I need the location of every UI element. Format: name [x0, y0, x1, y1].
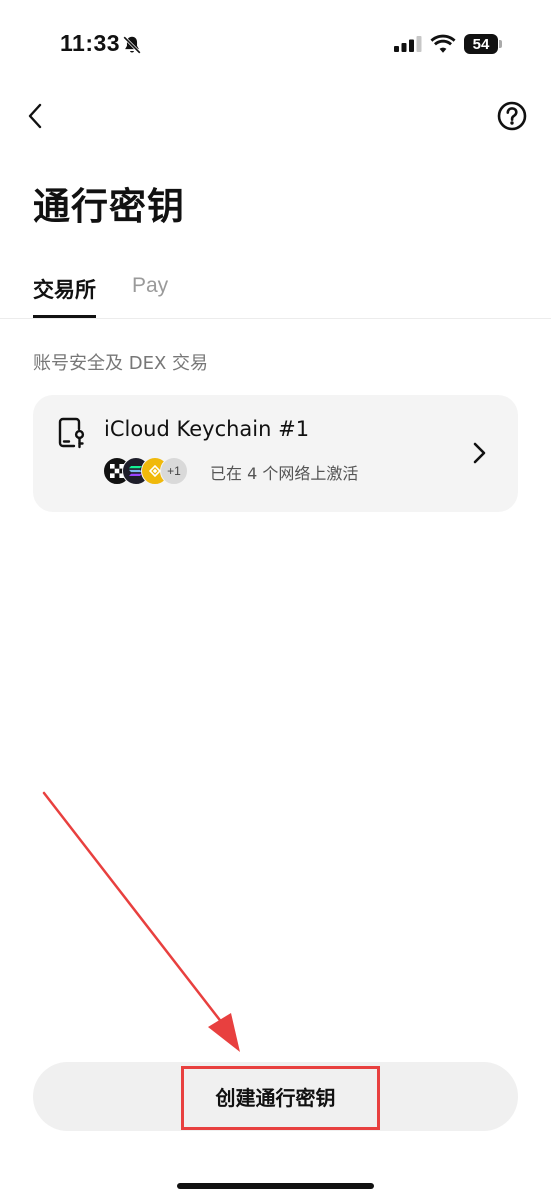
battery-nub — [499, 40, 502, 48]
passkey-name: iCloud Keychain #1 — [104, 417, 310, 441]
network-icons: +1 — [103, 457, 198, 485]
status-bar: 11:33 54 — [0, 0, 551, 90]
device-key-icon — [58, 417, 85, 449]
chevron-left-icon — [28, 103, 42, 129]
help-icon[interactable] — [496, 100, 528, 132]
tab-exchange[interactable]: 交易所 — [33, 274, 96, 318]
back-button[interactable] — [20, 100, 50, 132]
section-label: 账号安全及 DEX 交易 — [33, 353, 209, 374]
create-passkey-button[interactable]: 创建通行密钥 — [33, 1062, 518, 1131]
battery-level: 54 — [472, 35, 490, 53]
passkey-card[interactable]: iCloud Keychain #1 +1 已在 4 个网络上激活 — [33, 395, 518, 512]
signal-icon — [394, 36, 422, 52]
page-title: 通行密钥 — [33, 185, 185, 228]
status-time: 11:33 — [60, 30, 121, 56]
tab-pay[interactable]: Pay — [132, 274, 168, 318]
more-networks-badge: +1 — [160, 457, 188, 485]
tab-bar: 交易所 Pay — [0, 266, 551, 319]
battery-indicator: 54 — [464, 34, 498, 54]
home-indicator — [177, 1183, 374, 1189]
chevron-right-icon — [473, 442, 486, 464]
wifi-icon — [430, 34, 456, 53]
bell-off-icon — [123, 36, 141, 54]
network-status: 已在 4 个网络上激活 — [210, 464, 359, 483]
